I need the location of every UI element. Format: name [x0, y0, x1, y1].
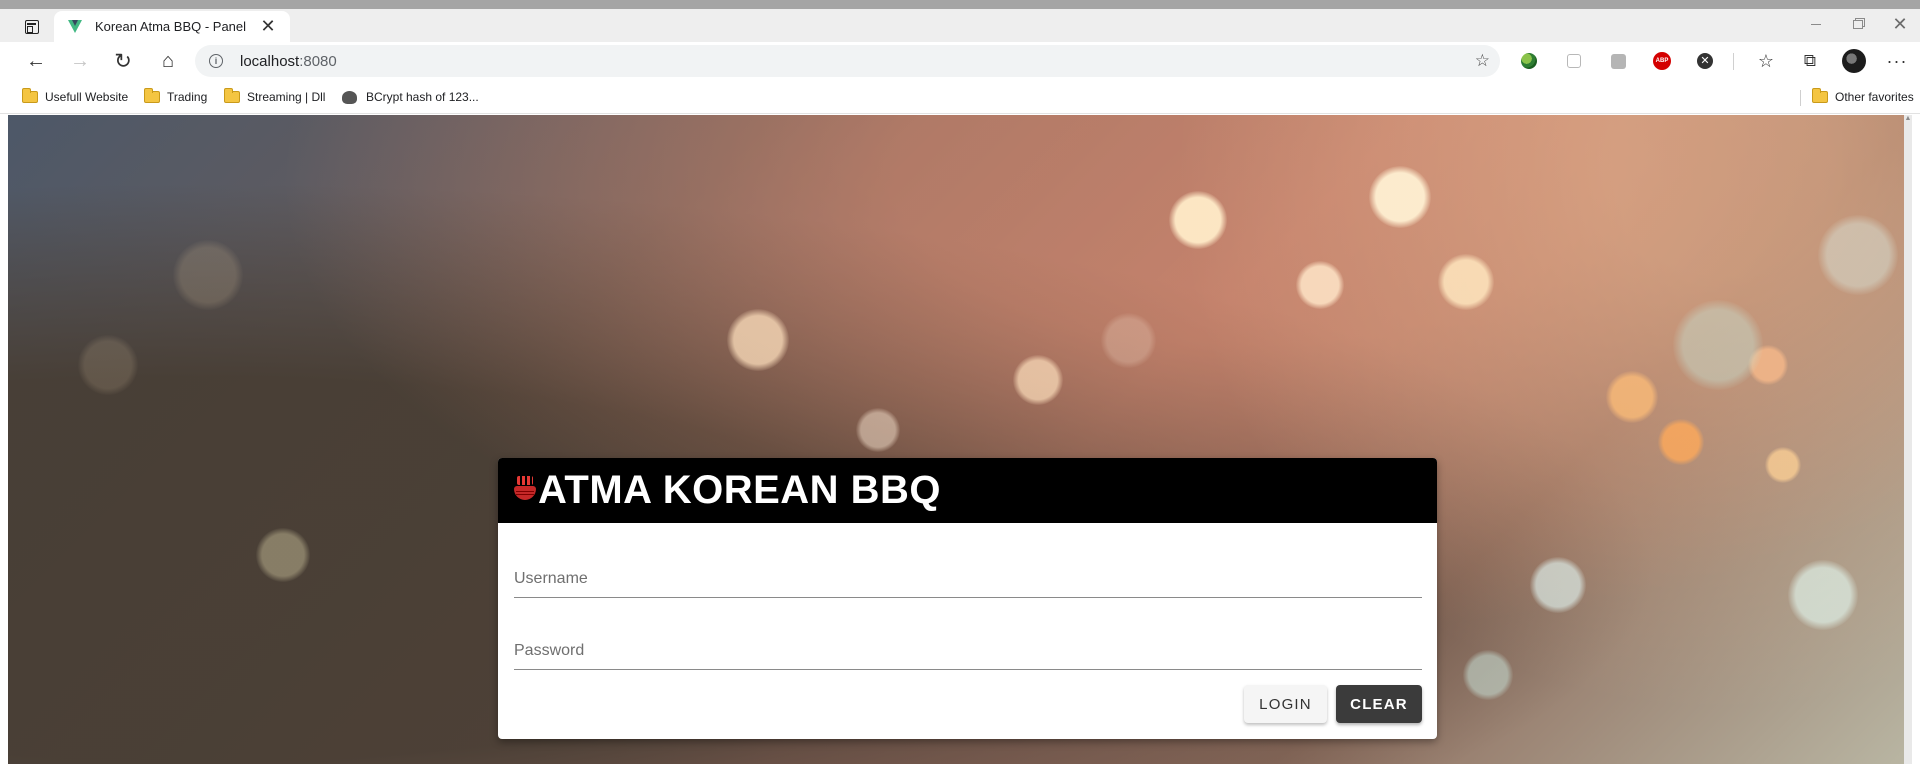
bokeh-light — [1296, 261, 1344, 309]
tab-actions-icon[interactable] — [21, 16, 43, 38]
toolbar-divider — [1733, 53, 1734, 70]
tab-korean-atma-bbq[interactable]: Korean Atma BBQ - Panel ✕ — [54, 11, 290, 42]
forward-button[interactable]: → — [65, 46, 95, 76]
add-favorite-icon[interactable]: ☆ — [1475, 51, 1490, 71]
bokeh-light — [173, 240, 243, 310]
bokeh-light — [1013, 355, 1063, 405]
password-field[interactable] — [514, 630, 1422, 670]
bokeh-light — [1463, 650, 1513, 700]
bokeh-light — [1530, 557, 1586, 613]
tab-close-icon[interactable]: ✕ — [258, 16, 278, 36]
restore-button[interactable] — [1838, 9, 1878, 39]
globe-extension-icon[interactable] — [1518, 50, 1540, 72]
tab-title: Korean Atma BBQ - Panel — [95, 19, 247, 34]
bokeh-light — [78, 335, 138, 395]
bookmark-other-favorites[interactable]: Other favorites — [1812, 86, 1914, 108]
bokeh-light — [1788, 560, 1858, 630]
elephant-icon — [342, 90, 357, 104]
bookmark-trading[interactable]: Trading — [144, 86, 207, 108]
username-field[interactable] — [514, 558, 1422, 598]
collections-icon[interactable]: ⧉ — [1795, 46, 1825, 76]
back-button[interactable]: ← — [21, 46, 51, 76]
bookmark-label: Streaming | Dll — [247, 90, 326, 104]
bookmark-label: BCrypt hash of 123... — [366, 90, 479, 104]
login-card: ATMA KOREAN BBQ 0 LOGIN CLEAR — [498, 458, 1437, 739]
favorites-icon[interactable]: ☆ — [1751, 46, 1781, 76]
tab-bar: Korean Atma BBQ - Panel ✕ — [0, 9, 1920, 42]
clear-button[interactable]: CLEAR — [1336, 685, 1422, 723]
bokeh-light — [1765, 447, 1801, 483]
screenshot-extension-icon[interactable] — [1563, 50, 1585, 72]
brand-title: ATMA KOREAN BBQ — [538, 468, 942, 512]
site-info-icon[interactable]: i — [209, 54, 223, 68]
browser-toolbar: ← → ↻ ⌂ i localhost:8080 ☆ ABP ✕ ☆ ⧉ ··· — [0, 42, 1920, 80]
bookmark-bcrypt-hash[interactable]: BCrypt hash of 123... — [342, 86, 479, 108]
bokeh-light — [1658, 419, 1704, 465]
page-viewport: ▲ ATMA KOREAN BBQ 0 LOGIN CLEAR — [8, 115, 1912, 764]
vue-logo-icon — [68, 19, 83, 34]
bokeh-light — [1100, 312, 1156, 368]
bokeh-light — [1169, 191, 1227, 249]
minimize-button[interactable] — [1796, 9, 1836, 39]
password-input[interactable] — [514, 637, 1422, 665]
bokeh-light — [1606, 371, 1658, 423]
bookmark-label: Other favorites — [1835, 90, 1914, 104]
restore-icon — [1853, 19, 1863, 29]
bokeh-light — [256, 528, 310, 582]
page-scrollbar[interactable]: ▲ — [1904, 115, 1912, 764]
url-host: localhost — [240, 53, 300, 70]
address-bar[interactable]: i localhost:8080 ☆ — [195, 45, 1500, 77]
bookmark-label: Trading — [167, 90, 208, 104]
bookmarks-divider — [1800, 90, 1801, 106]
bookmark-usefull-website[interactable]: Usefull Website — [22, 86, 128, 108]
bookmark-label: Usefull Website — [45, 90, 129, 104]
bokeh-light — [856, 408, 900, 452]
bokeh-light — [727, 309, 789, 371]
folder-icon — [224, 88, 240, 103]
folder-icon — [1812, 88, 1828, 103]
bookmark-streaming[interactable]: Streaming | Dll — [224, 86, 325, 108]
minimize-icon — [1811, 23, 1821, 25]
url-port: :8080 — [299, 53, 337, 70]
bokeh-light — [1673, 300, 1763, 390]
window-close-button[interactable]: ✕ — [1880, 9, 1920, 39]
folder-icon — [22, 88, 38, 103]
more-menu-icon[interactable]: ··· — [1882, 46, 1912, 76]
translate-extension-icon[interactable] — [1607, 50, 1629, 72]
adblock-plus-icon[interactable]: ABP — [1651, 50, 1673, 72]
username-input[interactable] — [514, 565, 1422, 593]
window-top-strip — [0, 0, 1920, 9]
close-circle-extension-icon[interactable]: ✕ — [1694, 50, 1716, 72]
card-header: ATMA KOREAN BBQ — [498, 458, 1437, 523]
bokeh-light — [1438, 254, 1494, 310]
bbq-grill-icon — [514, 475, 536, 506]
login-button[interactable]: LOGIN — [1244, 685, 1327, 723]
home-button[interactable]: ⌂ — [153, 46, 183, 76]
reload-button[interactable]: ↻ — [108, 46, 138, 76]
scroll-up-icon[interactable]: ▲ — [1904, 115, 1912, 125]
bokeh-light — [1818, 215, 1898, 295]
url-text[interactable]: localhost:8080 — [240, 53, 337, 70]
bookmarks-bar: Usefull Website Trading Streaming | Dll … — [0, 80, 1920, 114]
profile-avatar[interactable] — [1842, 49, 1866, 73]
folder-icon — [144, 88, 160, 103]
bokeh-light — [1369, 166, 1431, 228]
